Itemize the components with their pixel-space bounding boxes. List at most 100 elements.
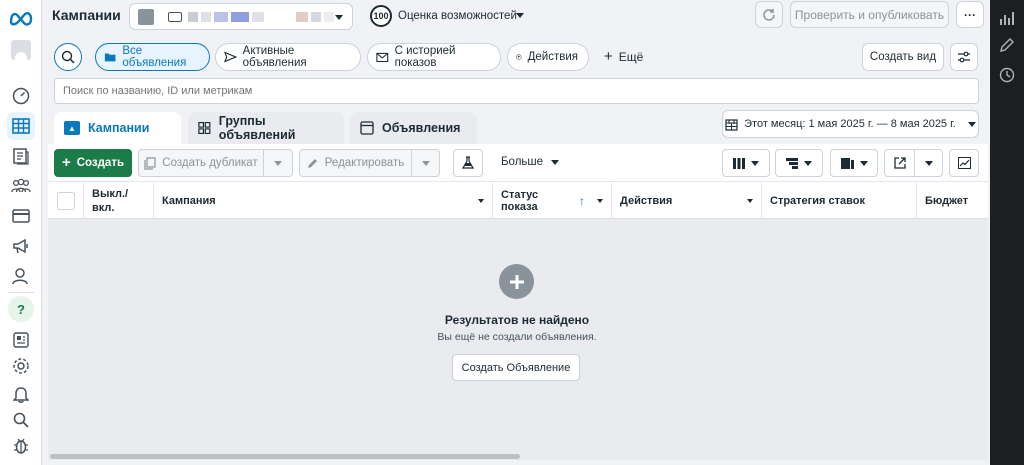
table-header: Выкл./ вкл. Кампания Статус показа ↑ Дей… — [48, 183, 988, 219]
chevron-down-icon — [421, 160, 430, 166]
column-header-delivery-status[interactable]: Статус показа ↑ — [493, 183, 612, 219]
columns-button[interactable] — [722, 149, 770, 177]
settings-gear-icon[interactable] — [9, 354, 33, 378]
user-settings-icon[interactable] — [9, 264, 33, 288]
opportunity-score-badge[interactable]: 100 — [370, 5, 392, 27]
audiences-people-icon[interactable] — [9, 174, 33, 198]
filter-with-delivery-history[interactable]: С историей показов — [367, 43, 501, 71]
meta-logo-icon[interactable] — [7, 6, 35, 30]
column-header-on-off[interactable]: Выкл./ вкл. — [84, 183, 154, 219]
export-button[interactable] — [884, 149, 915, 177]
tab-ad-sets[interactable]: Группы объявлений — [188, 112, 344, 144]
right-side-panel-strip — [990, 0, 1024, 465]
account-type-icon — [168, 11, 182, 22]
horizontal-scrollbar[interactable] — [50, 454, 520, 459]
breakdown-button[interactable] — [775, 149, 823, 177]
chevron-down-icon — [597, 199, 603, 203]
history-clock-icon[interactable] — [999, 67, 1015, 83]
page-title: Кампании — [52, 7, 121, 23]
news-feed-icon[interactable] — [9, 328, 33, 352]
chevron-down-icon — [967, 121, 976, 127]
search-toggle-button[interactable] — [54, 43, 82, 71]
line-chart-icon — [957, 157, 971, 169]
dashboard-gauge-icon[interactable] — [9, 84, 33, 108]
create-label: Создать — [76, 157, 125, 169]
reports-button[interactable] — [830, 149, 878, 177]
column-header-campaign[interactable]: Кампания — [154, 183, 493, 219]
tab-ads[interactable]: Объявления — [350, 112, 477, 144]
create-view-button[interactable]: Создать вид — [862, 43, 944, 71]
column-header-budget[interactable]: Бюджет — [917, 183, 988, 219]
more-actions-button[interactable]: Больше — [501, 156, 560, 168]
flask-icon — [462, 156, 474, 169]
filter-label: Все объявления — [122, 45, 187, 69]
account-name-redacted — [188, 11, 334, 22]
filter-actions[interactable]: Действия — [507, 43, 589, 71]
chevron-down-icon — [804, 160, 812, 166]
pencil-icon[interactable] — [999, 37, 1015, 53]
reports-icon — [840, 158, 854, 169]
campaigns-icon: ▲ — [64, 121, 80, 135]
notifications-bell-icon[interactable] — [9, 382, 33, 406]
search-icon — [61, 50, 75, 64]
date-range-picker[interactable]: Этот месяц: 1 мая 2025 г. — 8 мая 2025 г… — [722, 110, 979, 138]
help-question-icon[interactable]: ? — [8, 296, 34, 322]
more-label: Больше — [501, 156, 544, 168]
refresh-icon — [763, 8, 775, 21]
account-avatar-icon[interactable] — [9, 38, 33, 62]
edit-button[interactable]: Редактировать — [299, 149, 412, 177]
review-publish-button[interactable]: Проверить и опубликовать — [790, 1, 949, 28]
search-icon[interactable] — [9, 408, 33, 432]
duplicate-dropdown-button[interactable] — [263, 149, 293, 177]
experiments-button[interactable] — [453, 149, 483, 177]
export-dropdown-button[interactable] — [914, 149, 943, 177]
edit-label: Редактировать — [324, 157, 405, 169]
plus-circle-icon — [499, 264, 534, 299]
filter-all-ads[interactable]: Все объявления — [95, 43, 210, 71]
pencil-icon — [307, 159, 317, 168]
send-icon — [224, 51, 237, 63]
pages-book-icon[interactable] — [9, 144, 33, 168]
select-all-cell — [48, 183, 84, 219]
tab-label: Объявления — [382, 121, 461, 135]
plus-icon: + — [61, 154, 71, 171]
more-options-button[interactable]: ··· — [956, 1, 984, 28]
column-header-bid-strategy[interactable]: Стратегия ставок — [762, 183, 917, 219]
tab-campaigns[interactable]: ▲ Кампании — [54, 112, 181, 144]
duplicate-label: Создать дубликат — [162, 157, 258, 169]
edit-dropdown-button[interactable] — [411, 149, 440, 177]
filter-more-button[interactable]: + Ещё — [604, 49, 644, 64]
column-label: Статус показа — [501, 189, 539, 213]
column-header-actions[interactable]: Действия — [612, 183, 762, 219]
search-input[interactable] — [54, 78, 979, 104]
ads-manager-table-icon[interactable] — [7, 112, 35, 140]
filter-active-ads[interactable]: Активные объявления — [215, 43, 361, 71]
empty-state-subtitle: Вы ещё не создали объявления. — [437, 331, 597, 343]
billing-card-icon[interactable] — [9, 204, 33, 228]
account-avatar-icon — [138, 8, 154, 25]
chevron-down-icon — [335, 15, 343, 20]
charts-button[interactable] — [949, 149, 979, 177]
sort-ascending-icon: ↑ — [579, 194, 585, 208]
create-ad-button[interactable]: Создать Объявление — [452, 354, 580, 381]
date-range-label: Этот месяц: 1 мая 2025 г. — 8 мая 2025 г… — [744, 118, 956, 130]
campaigns-megaphone-icon[interactable] — [9, 234, 33, 258]
chevron-down-icon — [859, 160, 868, 166]
refresh-button[interactable] — [755, 1, 783, 28]
chevron-down-icon — [751, 160, 759, 166]
account-selector[interactable] — [129, 3, 353, 30]
column-label: Действия — [620, 195, 673, 207]
arrow-up-circle-icon — [516, 54, 522, 60]
create-button[interactable]: + Создать — [54, 149, 132, 177]
filter-more-label: Ещё — [618, 50, 644, 64]
mail-icon — [376, 52, 389, 63]
duplicate-button[interactable]: Создать дубликат — [138, 149, 264, 177]
select-all-checkbox[interactable] — [56, 192, 75, 210]
copy-icon — [144, 156, 156, 170]
columns-icon — [733, 157, 745, 169]
report-bug-icon[interactable] — [9, 434, 33, 458]
opportunity-score-label[interactable]: Оценка возможностей — [398, 10, 517, 22]
view-settings-button[interactable] — [950, 43, 978, 71]
filter-label: Активные объявления — [242, 45, 307, 69]
bar-chart-icon[interactable] — [999, 10, 1015, 26]
